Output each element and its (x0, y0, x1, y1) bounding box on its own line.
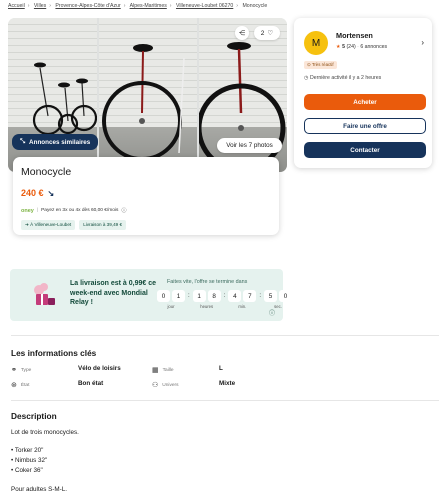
description-line: Pour adultes S-M-L. (11, 486, 67, 493)
oney-logo: oney (21, 207, 34, 214)
countdown-hours: 1 8 heures (192, 290, 221, 309)
view-photos-button[interactable]: Voir les 7 photos (217, 138, 282, 153)
people-icon: ⚇ (152, 382, 159, 389)
condition-value: Bon état (78, 380, 104, 387)
avatar[interactable]: M (304, 31, 328, 55)
share-button[interactable]: ⋲ (235, 26, 249, 40)
similar-ads-button[interactable]: ⤡ Annonces similaires (12, 134, 99, 150)
breadcrumb: Accueil › Villes › Provence-Alpes-Côte d'A… (8, 3, 268, 9)
size-label: ▦ Taille (152, 367, 174, 374)
breadcrumb-home[interactable]: Accueil (8, 3, 25, 9)
condition-label: ⊛ État (11, 382, 30, 389)
description-heading: Description (11, 411, 57, 421)
condition-icon: ⊛ (11, 382, 17, 389)
delivery-tag: Livraison à 39,49 € (79, 220, 127, 230)
clock-icon: ◷ (304, 75, 309, 81)
listing-price: 240 € ↘ (21, 188, 55, 198)
listing-title: Monocycle (21, 166, 72, 178)
description-line: • Coker 36" (11, 467, 43, 474)
price-trend-icon: ↘ (47, 188, 55, 198)
photo-secondary-1[interactable] (99, 18, 197, 172)
info-icon[interactable]: ⓘ (121, 207, 126, 214)
seller-name[interactable]: Mortensen (336, 31, 373, 40)
reactive-badge: ⊙ Très réactif (304, 61, 337, 69)
size-grid-icon: ▦ (152, 367, 159, 374)
location-tag: ➔ À Villeneuve-Loubet (21, 220, 76, 230)
breadcrumb-region[interactable]: Provence-Alpes-Côte d'Azur (55, 3, 120, 9)
favorite-count: 2 (260, 29, 265, 37)
heart-icon: ♡ (267, 30, 274, 37)
type-label: ⚭ Type (11, 367, 32, 374)
breadcrumb-city[interactable]: Villeneuve-Loubet 06270 (176, 3, 233, 9)
breadcrumb-department[interactable]: Alpes-Maritimes (130, 3, 167, 9)
share-icon: ⋲ (238, 30, 246, 37)
oney-payment[interactable]: oney | Payez en 3x ou 4x dès 60,00 €/moi… (21, 207, 271, 215)
countdown-days: 0 1 jour (157, 290, 185, 309)
type-value: Vélo de loisirs (78, 365, 121, 372)
bike-icon: ⚭ (11, 367, 17, 374)
size-value: L (219, 365, 223, 372)
seller-card: M Mortensen › ★ 5 (24) · 6 annonces ⊙ Tr… (294, 18, 432, 168)
unicycle-image (102, 44, 185, 161)
breadcrumb-current: Monocycle (242, 3, 268, 9)
seller-rating[interactable]: ★ 5 (24) · 6 annonces (336, 44, 387, 50)
countdown-seconds: 5 0 sec. (264, 290, 293, 309)
last-activity: ◷ Dernière activité il y a 2 heures (304, 75, 382, 81)
star-icon: ★ (336, 44, 341, 50)
countdown-minutes: 4 7 min. (228, 290, 257, 309)
breadcrumb-cities[interactable]: Villes (34, 3, 46, 9)
description-line: • Nimbus 32" (11, 457, 48, 464)
key-info-heading: Les informations clés (11, 348, 97, 358)
description-line: Lot de trois monocycles. (11, 429, 79, 436)
description-line: • Torker 20" (11, 447, 44, 454)
favorite-button[interactable]: 2 ♡ (254, 26, 280, 40)
buy-button[interactable]: Acheter (304, 94, 426, 110)
promo-offer-text: Faites vite, l'offre se termine dans (167, 279, 248, 285)
countdown-timer: 0 1 jour : 1 8 heures : 4 7 min. : 5 0 s… (157, 290, 293, 309)
promo-info-icon[interactable]: ⓘ (269, 308, 275, 317)
universe-value: Mixte (219, 380, 236, 387)
photo-gallery[interactable]: ⋲ 2 ♡ ⤡ Annonces similaires Voir les 7 p… (8, 18, 287, 172)
listing-card: Monocycle 240 € ↘ oney | Payez en 3x ou … (13, 157, 279, 235)
make-offer-button[interactable]: Faire une offre (304, 118, 426, 134)
gift-illustration-icon (34, 283, 55, 305)
chevron-right-icon[interactable]: › (421, 38, 424, 47)
universe-label: ⚇ Univers (152, 382, 179, 389)
contact-button[interactable]: Contacter (304, 142, 426, 158)
promo-headline: La livraison est à 0,99€ ce week-end ave… (70, 280, 156, 306)
expand-icon: ⤡ (20, 138, 26, 145)
